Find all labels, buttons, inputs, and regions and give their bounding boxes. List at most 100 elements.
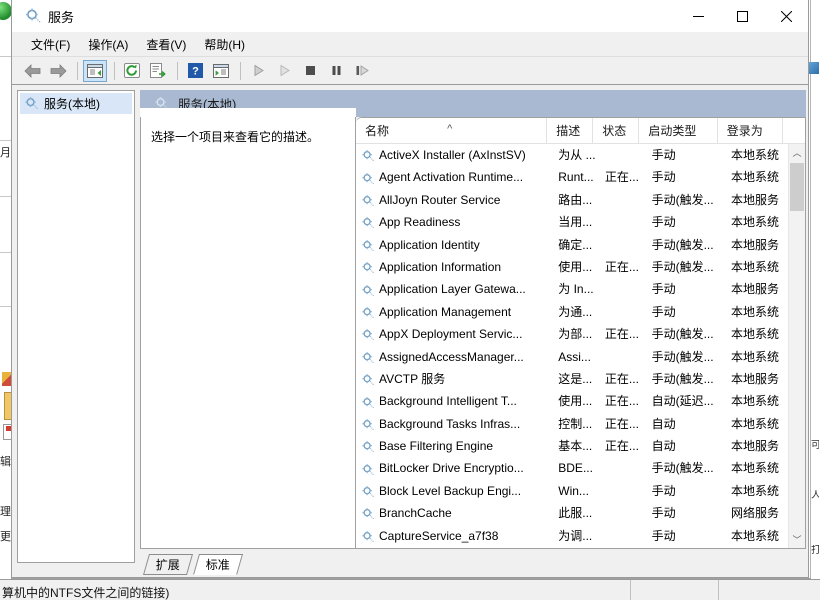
help-icon[interactable]: ? — [183, 60, 207, 82]
sort-ascending-icon: ^ — [447, 118, 452, 142]
show-hide-tree-icon[interactable] — [83, 60, 107, 82]
cell-startup: 手动 — [643, 502, 722, 524]
menu-view[interactable]: 查看(V) — [137, 33, 195, 56]
cell-startup: 手动 — [643, 525, 722, 547]
cell-startup: 手动(触发... — [643, 346, 722, 368]
cell-startup: 手动 — [643, 301, 722, 323]
results-pane: 服务(本地) 选择一个项目来查看它的描述。 名称 ^ 描述 — [140, 90, 806, 577]
close-button[interactable] — [764, 0, 808, 32]
cell-startup: 手动(触发... — [643, 234, 722, 256]
menu-file[interactable]: 文件(F) — [22, 33, 79, 56]
table-row[interactable]: AllJoyn Router Service 路由... 手动(触发... 本地… — [356, 189, 788, 211]
restart-service-icon[interactable] — [350, 60, 374, 82]
service-gear-icon — [361, 506, 375, 520]
table-row[interactable]: Block Level Backup Engi... Win... 手动 本地系… — [356, 480, 788, 502]
table-row[interactable]: App Readiness 当用... 手动 本地系统 — [356, 211, 788, 233]
background-window-right-sliver[interactable]: 可 人 打 — [810, 0, 820, 600]
service-gear-icon — [361, 193, 375, 207]
service-name-label: App Readiness — [379, 211, 460, 233]
scroll-up-icon[interactable]: ︿ — [789, 144, 805, 161]
service-name-label: Application Identity — [379, 234, 480, 256]
background-sliver-text: 打 — [811, 545, 819, 557]
tab-standard[interactable]: 标准 — [193, 554, 243, 575]
service-gear-icon — [361, 283, 375, 297]
minimize-button[interactable] — [676, 0, 720, 32]
resume-service-icon[interactable] — [272, 60, 296, 82]
table-row[interactable]: AVCTP 服务 这是... 正在... 手动(触发... 本地服务 — [356, 368, 788, 390]
table-row[interactable]: Agent Activation Runtime... Runt... 正在..… — [356, 166, 788, 188]
menu-help[interactable]: 帮助(H) — [195, 33, 254, 56]
forward-icon[interactable] — [46, 60, 70, 82]
service-gear-icon — [361, 462, 375, 476]
table-row[interactable]: Application Information 使用... 正在... 手动(触… — [356, 256, 788, 278]
cell-service-name: Application Layer Gatewa... — [356, 278, 549, 300]
column-startup[interactable]: 启动类型 — [638, 118, 716, 144]
console-tree-pane: 服务(本地) — [17, 90, 135, 563]
services-list[interactable]: 名称 ^ 描述 状态 启动类型 登录为 ActiveX In — [356, 117, 806, 549]
cell-logon: 网络服务 — [722, 502, 788, 524]
cell-startup: 手动(触发... — [643, 189, 722, 211]
cell-logon: 本地系统 — [722, 413, 788, 435]
table-row[interactable]: Application Layer Gatewa... 为 In... 手动 本… — [356, 278, 788, 300]
start-service-icon[interactable] — [246, 60, 270, 82]
service-gear-icon — [361, 305, 375, 319]
cell-service-name: Certificate Propagation — [356, 547, 549, 548]
service-gear-icon — [361, 484, 375, 498]
column-name[interactable]: 名称 ^ — [356, 118, 546, 144]
export-list-icon[interactable] — [146, 60, 170, 82]
table-row[interactable]: Background Intelligent T... 使用... 正在... … — [356, 390, 788, 412]
cell-startup: 手动 — [643, 166, 722, 188]
title-bar[interactable]: 服务 — [12, 0, 808, 32]
service-name-label: BranchCache — [379, 502, 452, 524]
description-pane: 选择一个项目来查看它的描述。 — [140, 117, 356, 549]
cell-startup: 手动 — [643, 144, 722, 166]
table-row[interactable]: AppX Deployment Servic... 为部... 正在... 手动… — [356, 323, 788, 345]
table-row[interactable]: ActiveX Installer (AxInstSV) 为从 ... 手动 本… — [356, 144, 788, 166]
refresh-icon[interactable] — [120, 60, 144, 82]
menu-bar: 文件(F) 操作(A) 查看(V) 帮助(H) — [12, 32, 808, 57]
table-row[interactable]: BitLocker Drive Encryptio... BDE... 手动(触… — [356, 457, 788, 479]
table-row[interactable]: Background Tasks Infras... 控制... 正在... 自… — [356, 413, 788, 435]
column-description[interactable]: 描述 — [546, 118, 592, 144]
service-name-label: ActiveX Installer (AxInstSV) — [379, 144, 526, 166]
table-row[interactable]: Application Identity 确定... 手动(触发... 本地服务 — [356, 234, 788, 256]
table-row[interactable]: Certificate Propagation 将用... 手动(触发... 本… — [356, 547, 788, 548]
service-name-label: CaptureService_a7f38 — [379, 525, 498, 547]
stop-service-icon[interactable] — [298, 60, 322, 82]
pane-content: 选择一个项目来查看它的描述。 名称 ^ 描述 状态 启动类型 登录为 — [140, 117, 806, 549]
table-row[interactable]: CaptureService_a7f38 为调... 手动 本地系统 — [356, 525, 788, 547]
cell-service-name: AVCTP 服务 — [356, 368, 549, 390]
table-row[interactable]: Application Management 为通... 手动 本地系统 — [356, 301, 788, 323]
cell-logon: 本地系统 — [722, 480, 788, 502]
pause-service-icon[interactable] — [324, 60, 348, 82]
service-gear-icon — [361, 350, 375, 364]
cell-logon: 本地系统 — [722, 166, 788, 188]
column-status[interactable]: 状态 — [592, 118, 638, 144]
column-logon[interactable]: 登录为 — [717, 118, 782, 144]
cell-status: 正在... — [596, 413, 643, 435]
table-row[interactable]: AssignedAccessManager... Assi... 手动(触发..… — [356, 346, 788, 368]
properties-icon[interactable] — [209, 60, 233, 82]
cell-startup: 手动(触发... — [643, 256, 722, 278]
table-row[interactable]: BranchCache 此服... 手动 网络服务 — [356, 502, 788, 524]
cell-logon: 本地服务 — [722, 234, 788, 256]
list-vertical-scrollbar[interactable]: ︿ ﹀ — [788, 144, 805, 548]
cell-service-name: Application Management — [356, 301, 549, 323]
menu-action[interactable]: 操作(A) — [79, 33, 137, 56]
cell-description: 使用... — [549, 256, 596, 278]
cell-logon: 本地系统 — [722, 301, 788, 323]
tab-standard-label: 标准 — [206, 555, 230, 576]
tab-extended[interactable]: 扩展 — [143, 554, 193, 575]
toolbar-separator — [114, 62, 115, 80]
maximize-button[interactable] — [720, 0, 764, 32]
cell-startup: 手动(触发... — [643, 323, 722, 345]
scroll-thumb[interactable] — [790, 163, 804, 211]
back-icon[interactable] — [20, 60, 44, 82]
cell-service-name: Background Tasks Infras... — [356, 413, 549, 435]
cell-service-name: ActiveX Installer (AxInstSV) — [356, 144, 549, 166]
tree-item-services-local[interactable]: 服务(本地) — [20, 93, 132, 114]
cell-status: 正在... — [596, 368, 643, 390]
table-row[interactable]: Base Filtering Engine 基本... 正在... 自动 本地服… — [356, 435, 788, 457]
scroll-down-icon[interactable]: ﹀ — [789, 531, 805, 548]
cell-service-name: AssignedAccessManager... — [356, 346, 549, 368]
